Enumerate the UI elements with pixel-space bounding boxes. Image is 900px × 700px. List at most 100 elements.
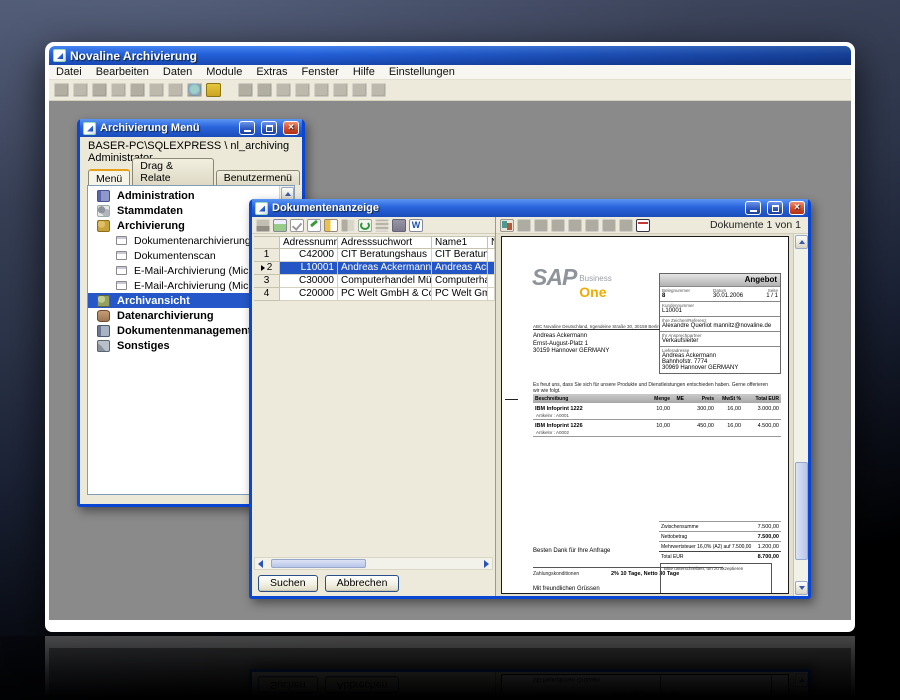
app-titlebar[interactable]: Novaline Archivierung <box>49 46 851 65</box>
save-icon[interactable] <box>392 218 406 232</box>
document-header-box: Angebot Belegnummer 8 Datum 30.01.2006 Sei… <box>659 273 781 374</box>
globe-icon[interactable] <box>187 83 202 97</box>
scroll-down-icon[interactable] <box>795 581 808 595</box>
move-folder-icon[interactable] <box>341 218 355 232</box>
totals-block: Zwischensumme 7.500,00 Nettobetrag 7.500,0… <box>659 521 781 561</box>
document-icon-5[interactable] <box>352 83 367 97</box>
form-icon <box>116 236 127 245</box>
list-icon[interactable] <box>375 218 389 232</box>
header-adresssuchwort[interactable]: Adresssuchwort <box>338 236 432 249</box>
table-header-row: Adressnummer Adresssuchwort Name1 N <box>254 236 495 249</box>
view-icon[interactable] <box>551 218 565 232</box>
document-preview-pane: Dokumente 1 von 1 SAP Business One Angeb… <box>496 217 808 596</box>
dokumentenanzeige-body: W Adressnummer Adresssuchwort Name1 N 1 <box>252 217 808 596</box>
header-name1[interactable]: Name1 <box>432 236 488 249</box>
rotate-icon[interactable] <box>568 218 582 232</box>
signature-icon[interactable] <box>111 83 126 97</box>
search-button-row: Suchen Abbrechen <box>258 575 400 592</box>
mdi-area: Archivierung Menü × BASER-PC\SQLEXPRESS … <box>49 101 851 620</box>
row-marker-icon <box>260 265 265 271</box>
header-adressnummer[interactable]: Adressnummer <box>280 236 338 249</box>
search-button[interactable]: Suchen <box>258 575 318 592</box>
page-back-icon[interactable] <box>585 218 599 232</box>
dokumentenanzeige-titlebar[interactable]: Dokumentenanzeige × <box>252 199 808 217</box>
print-icon[interactable] <box>256 218 270 232</box>
menu-hilfe[interactable]: Hilfe <box>346 66 382 78</box>
export-icon[interactable] <box>619 218 633 232</box>
vertical-scrollbar[interactable] <box>793 234 808 596</box>
minimize-button[interactable] <box>745 201 761 215</box>
scroll-up-icon[interactable] <box>795 235 808 249</box>
close-button[interactable]: × <box>283 121 299 135</box>
menu-datei[interactable]: Datei <box>49 66 89 78</box>
menubar: Datei Bearbeiten Daten Module Extras Fen… <box>49 65 851 80</box>
table-row-selected[interactable]: 2 L10001 Andreas Ackermann Andreas Acker… <box>254 262 495 275</box>
document-icon-2[interactable] <box>295 83 310 97</box>
table-row[interactable]: 4 C20000 PC Welt GmbH & Co. PC Welt GmbH… <box>254 288 495 301</box>
disk-icon <box>97 309 110 322</box>
image-icon[interactable] <box>273 218 287 232</box>
address-list-pane: W Adressnummer Adresssuchwort Name1 N 1 <box>252 217 496 596</box>
send-mail-icon[interactable] <box>92 83 107 97</box>
menu-fenster[interactable]: Fenster <box>295 66 346 78</box>
server-line: BASER-PC\SQLEXPRESS \ nl_archiving <box>88 140 290 152</box>
archiv-menu-title: Archivierung Menü <box>100 122 200 134</box>
menu-bearbeiten[interactable]: Bearbeiten <box>89 66 156 78</box>
word-export-icon[interactable]: W <box>409 218 423 232</box>
cancel-button[interactable]: Abbrechen <box>324 575 400 592</box>
tab-benutzermenue[interactable]: Benutzermenü <box>215 170 300 185</box>
scroll-right-icon[interactable] <box>484 560 489 568</box>
menu-extras[interactable]: Extras <box>249 66 294 78</box>
dokumentenanzeige-window-icon <box>255 201 268 215</box>
scrollbar-thumb[interactable] <box>795 462 808 560</box>
archiv-menu-titlebar[interactable]: Archivierung Menü × <box>80 119 302 137</box>
menu-tabs: Menü Drag & Relate Benutzermenü <box>88 158 302 186</box>
document-icon-4[interactable] <box>333 83 348 97</box>
closing-line: Mit freundlichen Grüssen <box>533 586 600 592</box>
table-row[interactable]: 1 C42000 CIT Beratungshaus CIT Beratungs… <box>254 249 495 262</box>
app-window: Novaline Archivierung Datei Bearbeiten D… <box>45 42 855 632</box>
close-button[interactable]: × <box>789 201 805 215</box>
panel-icon[interactable] <box>149 83 164 97</box>
tab-menue[interactable]: Menü <box>88 169 131 186</box>
line-item: IBM Infoprint 1226 10,00 450,00 16,00 4.… <box>533 420 781 437</box>
lock-icon[interactable] <box>206 83 221 97</box>
maximize-button[interactable] <box>261 121 277 135</box>
table-row[interactable]: 3 C30000 Computerhandel Mülle Computerha… <box>254 275 495 288</box>
maximize-button[interactable] <box>767 201 783 215</box>
navigate-icon[interactable] <box>238 83 253 97</box>
document-counter: Dokumente 1 von 1 <box>709 219 801 231</box>
folder-tree-icon[interactable] <box>324 218 338 232</box>
document-icon-1[interactable] <box>276 83 291 97</box>
move-icon[interactable] <box>257 83 272 97</box>
refresh-pages-icon[interactable] <box>500 218 514 232</box>
document-icon-3[interactable] <box>314 83 329 97</box>
keys-icon <box>97 294 110 307</box>
scroll-left-icon[interactable] <box>258 560 263 568</box>
edit-icon[interactable] <box>307 218 321 232</box>
preview-toolbar: Dokumente 1 von 1 <box>496 217 808 234</box>
document-icon-6[interactable] <box>371 83 386 97</box>
page-forward-icon[interactable] <box>602 218 616 232</box>
copy-icon[interactable] <box>517 218 531 232</box>
app-title: Novaline Archivierung <box>70 48 197 63</box>
header-name2[interactable]: N <box>488 236 495 249</box>
menu-einstellungen[interactable]: Einstellungen <box>382 66 462 78</box>
book-icon <box>97 324 110 337</box>
menu-module[interactable]: Module <box>199 66 249 78</box>
stamp-icon[interactable] <box>534 218 548 232</box>
grid-icon[interactable] <box>168 83 183 97</box>
minimize-button[interactable] <box>239 121 255 135</box>
horizontal-scrollbar[interactable] <box>254 557 493 570</box>
tab-drag-relate[interactable]: Drag & Relate <box>132 158 214 185</box>
annotation-icon[interactable] <box>636 218 650 232</box>
checkbox-icon[interactable] <box>290 218 304 232</box>
keys-icon <box>97 219 110 232</box>
notes-icon[interactable] <box>130 83 145 97</box>
print-icon[interactable] <box>73 83 88 97</box>
dokumentenanzeige-window: Dokumentenanzeige × W Adressnum Adresssu… <box>249 199 811 599</box>
history-icon[interactable] <box>358 218 372 232</box>
scrollbar-thumb[interactable] <box>271 559 366 568</box>
menu-daten[interactable]: Daten <box>156 66 199 78</box>
new-icon[interactable] <box>54 83 69 97</box>
